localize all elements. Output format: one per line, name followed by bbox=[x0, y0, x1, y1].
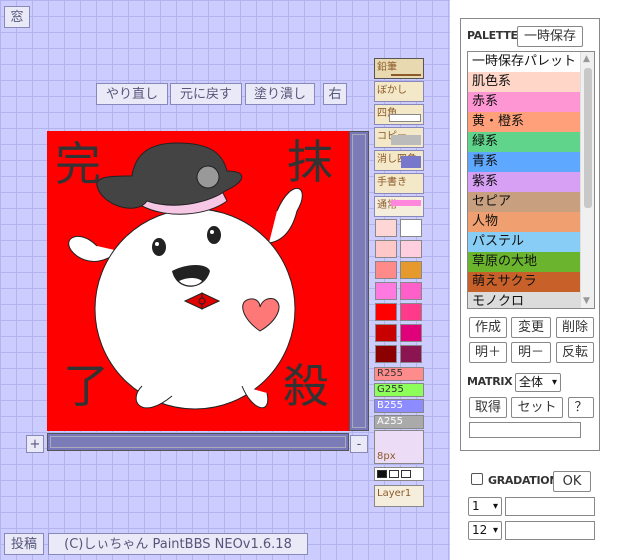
undo-button[interactable]: 元に戻す bbox=[170, 83, 242, 105]
tool-mode-normal[interactable]: 通常 bbox=[374, 196, 424, 217]
post-button[interactable]: 投稿 bbox=[4, 533, 44, 555]
color-swatch[interactable] bbox=[375, 219, 397, 237]
chevron-down-icon: ▾ bbox=[551, 377, 557, 388]
palette-change-button[interactable]: 変更 bbox=[511, 317, 551, 338]
fill-button[interactable]: 塗り潰し bbox=[245, 83, 315, 105]
chevron-down-icon: ▾ bbox=[492, 501, 498, 512]
palette-list-item[interactable]: 緑系 bbox=[468, 132, 580, 152]
color-swatch[interactable] bbox=[375, 261, 397, 279]
matrix-textarea[interactable] bbox=[469, 422, 581, 438]
drawing-canvas[interactable]: 完 抹 了 殺 bbox=[47, 131, 349, 431]
canvas-area: 窓 やり直し 元に戻す 塗り潰し 右 完 抹 了 殺 + - 鉛筆 ぼかし 四角… bbox=[0, 0, 450, 560]
color-swatch[interactable] bbox=[375, 324, 397, 342]
tool-pencil[interactable]: 鉛筆 bbox=[374, 58, 424, 79]
tool-label: ぼかし bbox=[377, 85, 407, 96]
gradation-color-2[interactable] bbox=[505, 521, 595, 540]
color-swatch[interactable] bbox=[400, 282, 422, 300]
window-button[interactable]: 窓 bbox=[4, 6, 30, 28]
color-swatch[interactable] bbox=[400, 261, 422, 279]
slider-blue[interactable]: B255 bbox=[374, 399, 424, 413]
color-swatch[interactable] bbox=[400, 324, 422, 342]
color-swatch[interactable] bbox=[375, 303, 397, 321]
palette-panel: PALETTE 一時保存 一時保存パレット 肌色系 赤系 黄・橙系 緑系 青系 紫系 セピア人… bbox=[460, 18, 600, 451]
palette-label: PALETTE bbox=[467, 29, 518, 42]
palette-list-item[interactable]: モノクロ bbox=[468, 292, 580, 308]
brush-size[interactable]: 8px bbox=[374, 430, 424, 464]
color-swatch[interactable] bbox=[400, 219, 422, 237]
palette-list[interactable]: 一時保存パレット 肌色系 赤系 黄・橙系 緑系 青系 紫系 セピア 人物 パステル 草原の大地 萌えサ… bbox=[467, 51, 595, 309]
gradation-select-2-value: 12 bbox=[472, 523, 488, 537]
color-swatch[interactable] bbox=[375, 240, 397, 258]
zoom-out-button[interactable]: - bbox=[350, 435, 368, 453]
palette-list-item[interactable]: 一時保存パレット bbox=[468, 52, 580, 72]
palette-save-button[interactable]: 一時保存 bbox=[517, 26, 583, 47]
palette-list-item[interactable]: セピア bbox=[468, 192, 580, 212]
gradation-ok-button[interactable]: OK bbox=[553, 471, 591, 492]
color-swatch[interactable] bbox=[400, 345, 422, 363]
tool-erase-rect[interactable]: 消し四角 bbox=[374, 150, 424, 171]
palette-list-item[interactable]: 人物 bbox=[468, 212, 580, 232]
tool-copy[interactable]: コピー bbox=[374, 127, 424, 148]
zoom-in-button[interactable]: + bbox=[26, 435, 44, 453]
palette-list-scrollbar[interactable]: ▲ ▼ bbox=[580, 52, 594, 308]
palette-list-item[interactable]: 萌えサクラ bbox=[468, 272, 580, 292]
tool-freehand[interactable]: 手書き bbox=[374, 173, 424, 194]
tool-label: 鉛筆 bbox=[377, 62, 397, 73]
matrix-select-value: 全体 bbox=[519, 375, 544, 389]
matrix-select[interactable]: 全体 ▾ bbox=[515, 373, 561, 392]
gradation-select-2[interactable]: 12 ▾ bbox=[468, 521, 502, 540]
color-swatch[interactable] bbox=[375, 345, 397, 363]
matrix-label: MATRIX bbox=[467, 375, 513, 388]
canvas-char-3: 了 bbox=[63, 359, 109, 413]
credit-link[interactable]: (C)しぃちゃん PaintBBS NEOv1.6.18 bbox=[48, 533, 308, 555]
palette-list-item[interactable]: 紫系 bbox=[468, 172, 580, 192]
tool-blur[interactable]: ぼかし bbox=[374, 81, 424, 102]
matrix-get-button[interactable]: 取得 bbox=[469, 397, 507, 418]
layer-selector[interactable]: Layer1 bbox=[374, 485, 424, 507]
color-swatch[interactable] bbox=[400, 240, 422, 258]
matrix-set-button[interactable]: セット bbox=[511, 397, 563, 418]
slider-green[interactable]: G255 bbox=[374, 383, 424, 397]
chevron-down-icon: ▾ bbox=[492, 525, 498, 536]
palette-darker-button[interactable]: 明－ bbox=[511, 342, 551, 363]
gradation-color-1[interactable] bbox=[505, 497, 595, 516]
matrix-help-button[interactable]: ？ bbox=[568, 397, 594, 418]
gradation-select-1[interactable]: 1 ▾ bbox=[468, 497, 502, 516]
palette-create-button[interactable]: 作成 bbox=[469, 317, 507, 338]
palette-list-item[interactable]: 赤系 bbox=[468, 92, 580, 112]
gradation-label: GRADATION bbox=[488, 474, 559, 487]
palette-list-item[interactable]: 青系 bbox=[468, 152, 580, 172]
gradation-select-1-value: 1 bbox=[472, 499, 480, 513]
palette-delete-button[interactable]: 削除 bbox=[556, 317, 594, 338]
brush-size-label: 8px bbox=[377, 451, 396, 462]
right-hand-button[interactable]: 右 bbox=[323, 83, 347, 105]
palette-list-item[interactable]: 草原の大地 bbox=[468, 252, 580, 272]
canvas-char-2: 抹 bbox=[287, 135, 333, 189]
layer-label: Layer1 bbox=[377, 488, 412, 499]
palette-list-item[interactable]: パステル bbox=[468, 232, 580, 252]
gradation-checkbox[interactable] bbox=[471, 473, 483, 485]
tool-label: 手書き bbox=[377, 177, 407, 188]
horizontal-scrollbar[interactable] bbox=[47, 433, 349, 451]
slider-alpha[interactable]: A255 bbox=[374, 415, 424, 429]
mask-selector[interactable] bbox=[374, 467, 424, 481]
palette-list-item[interactable]: 肌色系 bbox=[468, 72, 580, 92]
canvas-char-4: 殺 bbox=[283, 359, 329, 413]
palette-lighter-button[interactable]: 明＋ bbox=[469, 342, 507, 363]
color-swatch[interactable] bbox=[400, 303, 422, 321]
vertical-scrollbar[interactable] bbox=[349, 131, 369, 431]
canvas-char-1: 完 bbox=[55, 137, 101, 191]
color-swatch[interactable] bbox=[375, 282, 397, 300]
palette-invert-button[interactable]: 反転 bbox=[556, 342, 594, 363]
redo-button[interactable]: やり直し bbox=[96, 83, 168, 105]
palette-list-item[interactable]: 黄・橙系 bbox=[468, 112, 580, 132]
slider-red[interactable]: R255 bbox=[374, 367, 424, 381]
tool-rect[interactable]: 四角 bbox=[374, 104, 424, 125]
